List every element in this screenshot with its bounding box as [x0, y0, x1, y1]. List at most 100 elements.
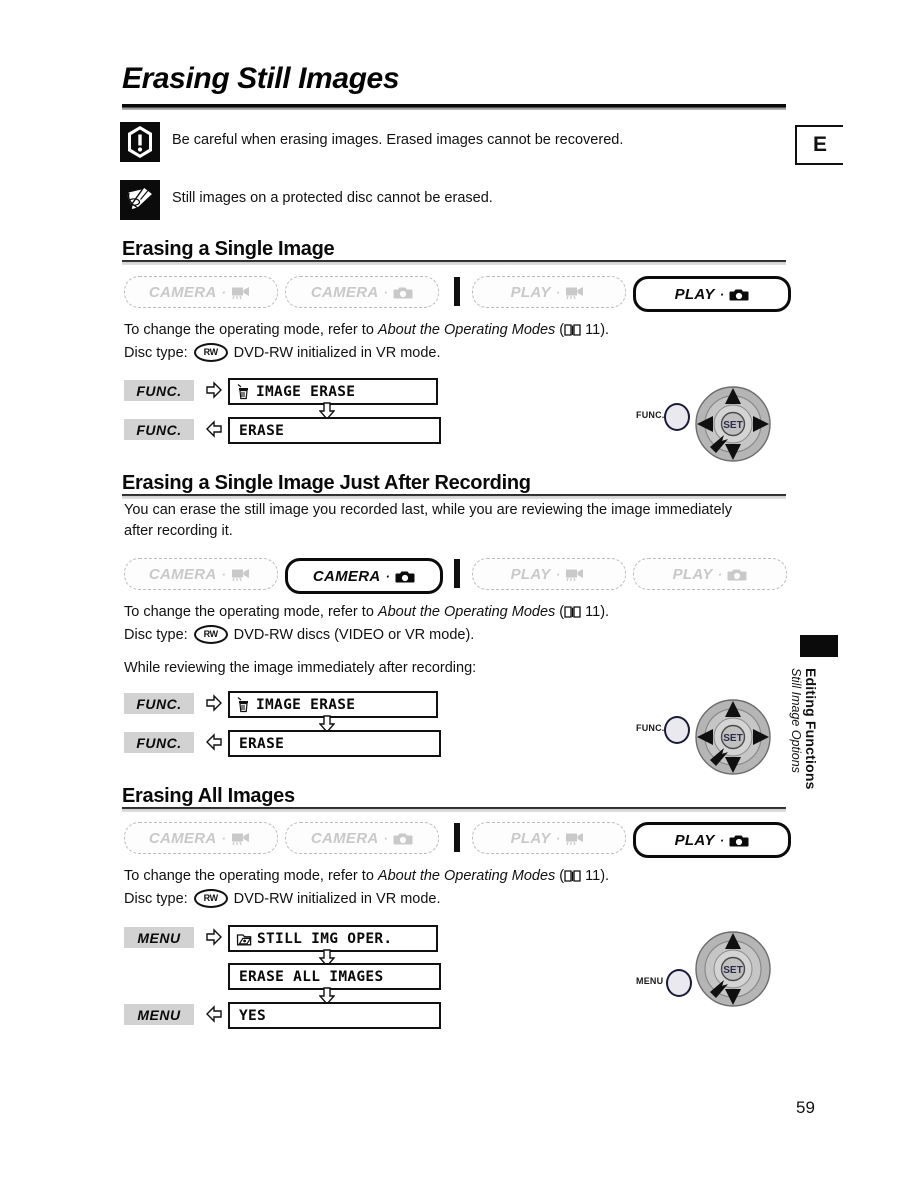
mode-label: CAMERA	[148, 829, 217, 847]
menu-box-label: ERASE ALL IMAGES	[239, 968, 384, 985]
menu-box-image-erase-2[interactable]: IMAGE ERASE	[228, 691, 438, 718]
om-italic: About the Operating Modes	[377, 868, 556, 884]
disc-type-value: DVD-RW initialized in VR mode.	[233, 344, 441, 361]
disc-type-value: DVD-RW discs (VIDEO or VR mode).	[233, 626, 475, 643]
manual-page: Erasing Still Images E Be careful when e…	[0, 0, 918, 1188]
mode-dot: ·	[221, 284, 227, 300]
disc-type-line-1: Disc type: RW DVD-RW initialized in VR m…	[124, 343, 441, 362]
om-page: 11	[585, 322, 601, 338]
side-tab-subsection: Still Image Options	[789, 668, 803, 773]
section-heading-1: Erasing a Single Image	[122, 238, 335, 260]
mode-dot: ·	[385, 568, 391, 584]
menu-box-erase-2[interactable]: ERASE	[228, 730, 441, 757]
section-rule-2	[122, 494, 786, 499]
func-button-label-1b[interactable]: FUNC.	[124, 419, 194, 440]
mode-label: PLAY	[672, 565, 713, 583]
mode-dot: ·	[383, 284, 389, 300]
photo-camera-icon	[729, 287, 749, 302]
arrow-left-icon	[206, 733, 222, 751]
mode-play-photo-3[interactable]: PLAY ·	[633, 822, 791, 858]
rw-disc-icon: RW	[193, 889, 228, 908]
mode-camera-video-2[interactable]: CAMERA ·	[124, 558, 278, 590]
mode-label: CAMERA	[148, 565, 217, 583]
om-page: 11	[585, 604, 601, 620]
mode-play-video-2[interactable]: PLAY ·	[472, 558, 626, 590]
om-close: ).	[600, 604, 610, 620]
mode-play-photo-1[interactable]: PLAY ·	[633, 276, 791, 312]
menu-box-label: ERASE	[239, 422, 285, 439]
menu-button-name-3: MENU	[636, 976, 664, 986]
mode-camera-video-3[interactable]: CAMERA ·	[124, 822, 278, 854]
photo-camera-icon	[393, 285, 413, 300]
menu-box-erase-1[interactable]: ERASE	[228, 417, 441, 444]
menu-button-3[interactable]	[666, 969, 692, 997]
func-button-label-1a[interactable]: FUNC.	[124, 380, 194, 401]
photo-camera-icon	[729, 833, 749, 848]
mode-play-video-3[interactable]: PLAY ·	[472, 822, 626, 854]
disc-type-label: Disc type:	[124, 344, 188, 361]
mode-dot: ·	[221, 830, 227, 846]
om-prefix: To change the operating mode, refer to	[124, 322, 378, 338]
mode-camera-video-1[interactable]: CAMERA ·	[124, 276, 278, 308]
mode-bar-3: CAMERA · CAMERA · PLAY · PLAY ·	[124, 822, 791, 858]
arrow-right-icon	[206, 694, 222, 712]
disc-type-value: DVD-RW initialized in VR mode.	[233, 890, 441, 907]
func-button-label-2b[interactable]: FUNC.	[124, 732, 194, 753]
mode-dot: ·	[719, 832, 725, 848]
mode-camera-photo-3[interactable]: CAMERA ·	[285, 822, 439, 854]
caution-note: Be careful when erasing images. Erased i…	[120, 122, 760, 162]
menu-box-still-img-oper[interactable]: STILL IMG OPER.	[228, 925, 438, 952]
func-button-1[interactable]	[664, 403, 690, 431]
flow-1: FUNC. IMAGE ERASE FUNC. ERASE	[124, 378, 544, 448]
mode-label: PLAY	[510, 283, 551, 301]
joystick-2way-3: SET	[695, 931, 771, 1007]
mode-camera-photo-2[interactable]: CAMERA ·	[285, 558, 443, 594]
section-heading-3: Erasing All Images	[122, 785, 295, 807]
section-heading-2: Erasing a Single Image Just After Record…	[122, 472, 531, 494]
menu-box-label: IMAGE ERASE	[256, 696, 356, 713]
flow-3: MENU STILL IMG OPER. ERASE ALL IMAGES ME…	[124, 925, 544, 1030]
operating-mode-line-2: To change the operating mode, refer to A…	[124, 602, 744, 625]
camcorder-icon	[565, 567, 587, 582]
trash-icon	[236, 696, 251, 713]
photo-camera-icon	[395, 569, 415, 584]
trash-icon	[236, 383, 251, 400]
mode-bar-1: CAMERA · CAMERA · PLAY · PLAY ·	[124, 276, 791, 312]
book-icon	[564, 868, 581, 889]
func-button-name-1: FUNC.	[636, 410, 665, 420]
om-italic: About the Operating Modes	[377, 322, 556, 338]
mode-dot: ·	[555, 566, 561, 582]
tip-note-text: Still images on a protected disc cannot …	[172, 190, 493, 206]
tip-note: Still images on a protected disc cannot …	[120, 180, 760, 220]
menu-button-label-3a[interactable]: MENU	[124, 927, 194, 948]
edition-tab: E	[795, 125, 843, 165]
mode-play-photo-2[interactable]: PLAY ·	[633, 558, 787, 590]
disc-type-line-3: Disc type: RW DVD-RW initialized in VR m…	[124, 889, 441, 908]
mode-label: PLAY	[510, 829, 551, 847]
mode-play-video-1[interactable]: PLAY ·	[472, 276, 626, 308]
arrow-right-icon	[206, 381, 222, 399]
om-paren: (	[555, 604, 565, 620]
mode-dot: ·	[221, 566, 227, 582]
menu-box-yes[interactable]: YES	[228, 1002, 441, 1029]
camcorder-icon	[231, 567, 253, 582]
menu-box-label: STILL IMG OPER.	[257, 930, 393, 947]
mode-label: CAMERA	[312, 567, 381, 585]
menu-box-erase-all-images[interactable]: ERASE ALL IMAGES	[228, 963, 441, 990]
caution-icon	[120, 122, 160, 162]
om-close: ).	[600, 322, 610, 338]
control-cluster-1: FUNC. SET	[636, 385, 776, 463]
mode-label: PLAY	[510, 565, 551, 583]
joystick-4way-1: SET	[695, 386, 771, 462]
menu-box-image-erase-1[interactable]: IMAGE ERASE	[228, 378, 438, 405]
mode-divider-3	[454, 823, 460, 852]
mode-camera-photo-1[interactable]: CAMERA ·	[285, 276, 439, 308]
photo-camera-icon	[727, 567, 747, 582]
func-button-2[interactable]	[664, 716, 690, 744]
camcorder-icon	[565, 831, 587, 846]
menu-button-label-3b[interactable]: MENU	[124, 1004, 194, 1025]
mode-divider-2	[454, 559, 460, 588]
om-italic: About the Operating Modes	[377, 604, 556, 620]
rw-disc-icon: RW	[193, 625, 228, 644]
func-button-label-2a[interactable]: FUNC.	[124, 693, 194, 714]
